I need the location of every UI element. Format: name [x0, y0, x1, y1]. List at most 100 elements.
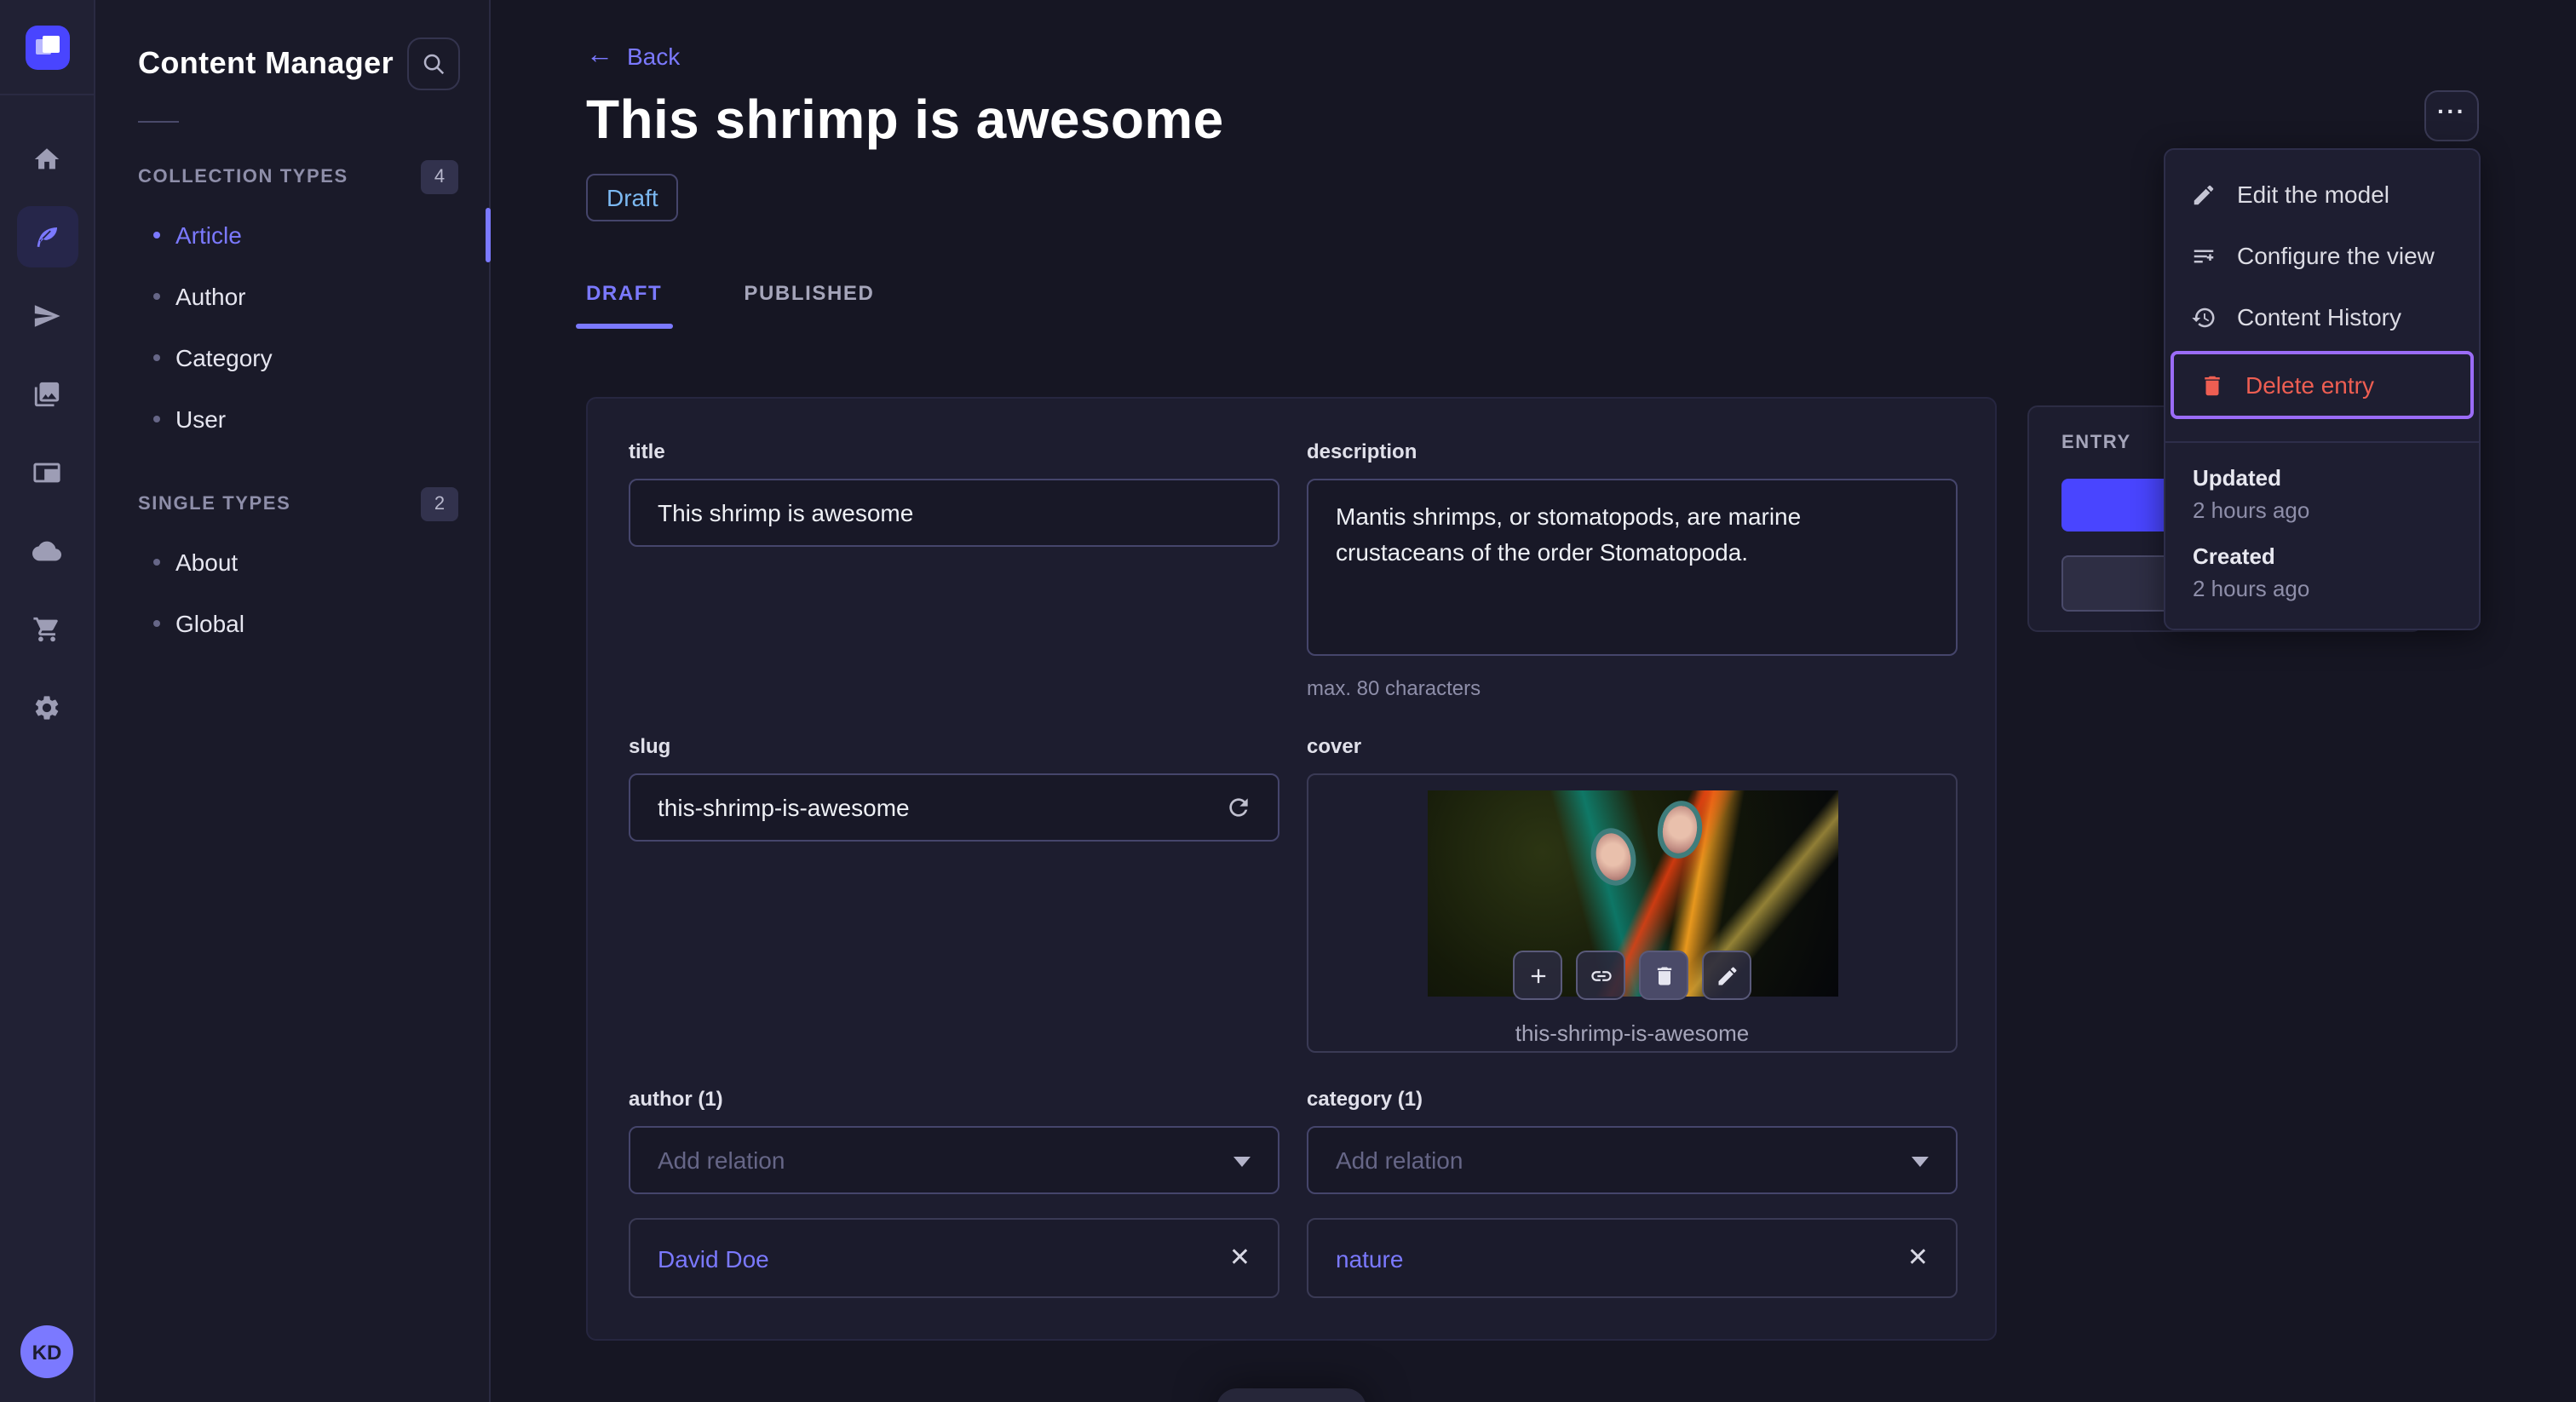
collection-types-count: 4: [421, 160, 458, 194]
field-title: title: [629, 440, 1279, 700]
category-add-relation-combobox[interactable]: Add relation: [1307, 1126, 1958, 1194]
single-types-count: 2: [421, 487, 458, 521]
field-slug: slug: [629, 734, 1279, 1053]
entry-form-panel: title description Mantis shrimps, or sto…: [586, 397, 1997, 1341]
sidebar-item-about[interactable]: About: [95, 531, 489, 593]
author-add-relation-combobox[interactable]: Add relation: [629, 1126, 1279, 1194]
bullet-icon: [153, 620, 160, 627]
sidebar-item-label: Global: [175, 610, 244, 637]
sidebar-item-author[interactable]: Author: [95, 266, 489, 327]
tab-bar: DRAFT PUBLISHED: [576, 266, 1997, 329]
content-type-builder-icon[interactable]: [16, 433, 78, 511]
collection-types-label: COLLECTION TYPES: [138, 167, 348, 187]
slug-label: slug: [629, 734, 671, 758]
field-category: category (1) Add relation nature ✕: [1307, 1087, 1958, 1298]
single-types-label: SINGLE TYPES: [138, 494, 291, 514]
tab-published[interactable]: PUBLISHED: [744, 266, 874, 329]
shrimp-eye: [1584, 824, 1641, 890]
sidebar-item-global[interactable]: Global: [95, 593, 489, 654]
title-input[interactable]: [629, 479, 1279, 547]
home-icon[interactable]: [16, 119, 78, 198]
chevron-down-icon: [1912, 1145, 1929, 1175]
pencil-icon: [1717, 966, 1736, 985]
updated-label: Updated: [2193, 465, 2281, 491]
user-avatar[interactable]: KD: [20, 1325, 73, 1378]
more-options-menu: Edit the model Configure the view Conten…: [2164, 148, 2481, 630]
sidebar-item-label: User: [175, 405, 227, 433]
cover-asset-card: this-shrimp-is-awesome: [1307, 773, 1958, 1053]
focused-item-outline: Delete entry: [2171, 351, 2474, 419]
add-asset-button[interactable]: [1513, 951, 1562, 1000]
search-button[interactable]: [407, 37, 460, 90]
shrimp-eye: [1653, 797, 1705, 862]
releases-icon[interactable]: [16, 276, 78, 354]
strapi-logo[interactable]: [25, 25, 69, 69]
menu-item-delete-entry[interactable]: Delete entry: [2174, 354, 2470, 416]
slug-input[interactable]: [629, 773, 1279, 842]
sidebar-item-label: Category: [175, 344, 273, 371]
main-area: ← Back This shrimp is awesome Draft DRAF…: [491, 0, 2576, 1402]
author-placeholder: Add relation: [658, 1146, 785, 1174]
description-label: description: [1307, 440, 1417, 463]
media-library-icon[interactable]: [16, 354, 78, 433]
regenerate-slug-button[interactable]: [1218, 787, 1259, 828]
field-author: author (1) Add relation David Doe ✕: [629, 1087, 1279, 1298]
author-relation-link[interactable]: David Doe: [658, 1244, 769, 1272]
entry-meta: Updated 2 hours ago Created 2 hours ago: [2165, 443, 2479, 629]
menu-item-configure-view[interactable]: Configure the view: [2165, 225, 2479, 286]
field-description: description Mantis shrimps, or stomatopo…: [1307, 440, 1958, 700]
author-relation-item: David Doe ✕: [629, 1218, 1279, 1298]
cover-actions: [1513, 951, 1751, 1000]
bullet-icon: [153, 293, 160, 300]
field-cover: cover this-shrimp-is-awesome: [1307, 734, 1958, 1053]
trash-icon: [1656, 966, 1671, 985]
author-label: author (1): [629, 1087, 723, 1111]
configure-view-icon: [2194, 249, 2214, 262]
rail-items: [16, 119, 78, 746]
category-placeholder: Add relation: [1336, 1146, 1463, 1174]
app-window: KD Content Manager COLLECTION TYPES 4 Ar…: [0, 0, 2576, 1402]
logo-container: [0, 0, 94, 95]
single-types-list: About Global: [95, 531, 489, 654]
copy-link-button[interactable]: [1576, 951, 1625, 1000]
bullet-icon: [153, 416, 160, 422]
history-icon: [2192, 307, 2215, 327]
plus-icon: [1530, 968, 1545, 983]
marketplace-icon[interactable]: [16, 589, 78, 668]
sidebar-item-label: Article: [175, 221, 242, 249]
ellipsis-icon: ···: [2437, 97, 2466, 124]
edit-asset-button[interactable]: [1702, 951, 1751, 1000]
status-badge: Draft: [586, 174, 679, 221]
sidebar-item-user[interactable]: User: [95, 388, 489, 450]
category-relation-link[interactable]: nature: [1336, 1244, 1403, 1272]
category-relation-item: nature ✕: [1307, 1218, 1958, 1298]
remove-author-relation-button[interactable]: ✕: [1229, 1245, 1251, 1271]
back-link[interactable]: ← Back: [586, 41, 680, 70]
sidebar-item-article[interactable]: Article: [95, 204, 491, 266]
subnav-divider: [138, 121, 179, 123]
more-options-button[interactable]: ···: [2424, 90, 2479, 141]
settings-icon[interactable]: [16, 668, 78, 746]
sidebar-item-label: Author: [175, 283, 246, 310]
menu-item-label: Content History: [2237, 303, 2401, 330]
menu-item-label: Edit the model: [2237, 181, 2389, 208]
refresh-icon: [1229, 798, 1248, 817]
sidebar-item-category[interactable]: Category: [95, 327, 489, 388]
link-icon: [1590, 970, 1611, 980]
subnav-title: Content Manager: [138, 46, 394, 80]
menu-item-label: Configure the view: [2237, 242, 2435, 269]
cover-filename: this-shrimp-is-awesome: [1515, 1020, 1750, 1046]
cloud-icon[interactable]: [16, 511, 78, 589]
remove-category-relation-button[interactable]: ✕: [1907, 1245, 1929, 1271]
description-hint: max. 80 characters: [1307, 676, 1481, 700]
delete-asset-button[interactable]: [1639, 951, 1688, 1000]
arrow-left-icon: ←: [586, 41, 613, 70]
menu-item-content-history[interactable]: Content History: [2165, 286, 2479, 348]
floating-toolbar-peek[interactable]: [1216, 1388, 1366, 1402]
page-title: This shrimp is awesome: [586, 89, 1224, 150]
content-manager-icon[interactable]: [16, 206, 78, 267]
tab-draft[interactable]: DRAFT: [576, 266, 672, 329]
description-input[interactable]: Mantis shrimps, or stomatopods, are mari…: [1307, 479, 1958, 656]
cover-label: cover: [1307, 734, 1362, 758]
menu-item-edit-model[interactable]: Edit the model: [2165, 164, 2479, 225]
